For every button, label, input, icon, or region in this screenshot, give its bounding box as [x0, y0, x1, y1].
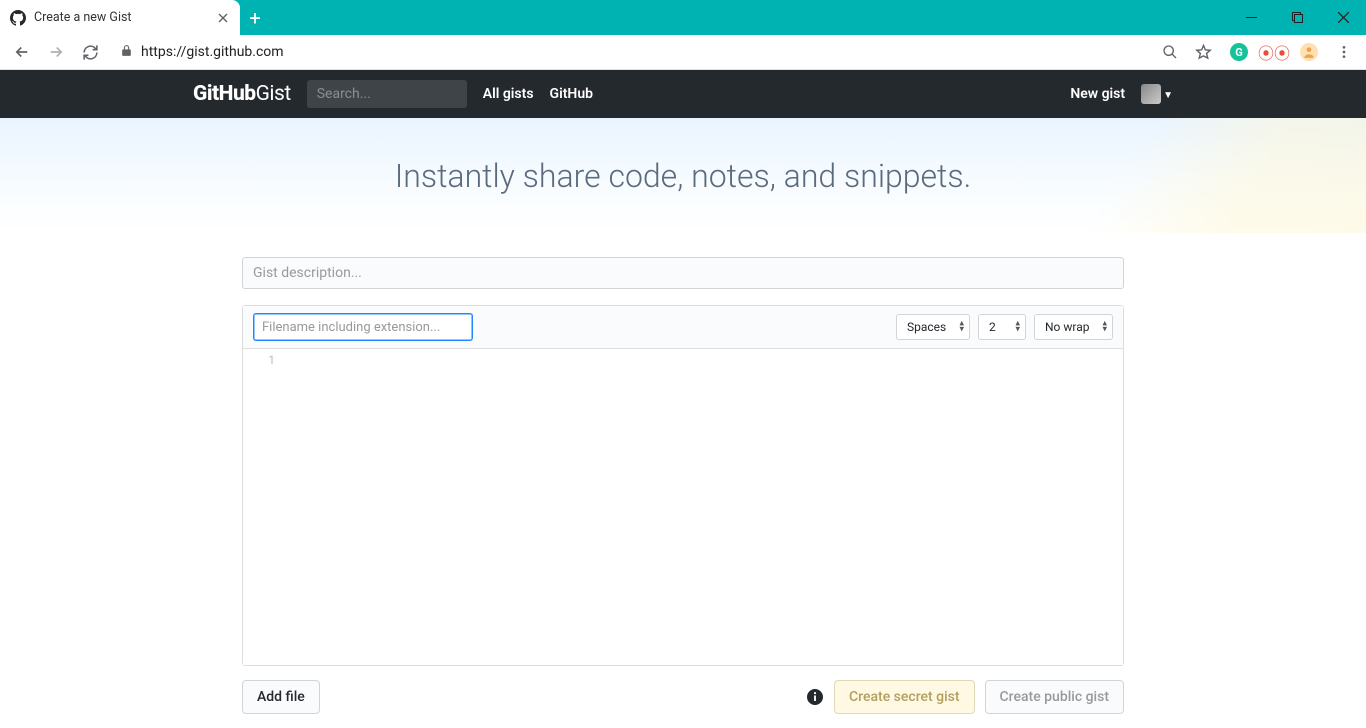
search-input[interactable]	[307, 80, 467, 108]
zoom-icon[interactable]	[1156, 38, 1184, 66]
gist-description-input[interactable]	[242, 257, 1124, 289]
profile-avatar-icon[interactable]	[1300, 43, 1318, 61]
bookmark-icon[interactable]	[1190, 38, 1218, 66]
browser-tab[interactable]: Create a new Gist	[0, 0, 240, 35]
url-text: https://gist.github.com	[141, 44, 284, 60]
nav-github[interactable]: GitHub	[550, 86, 593, 102]
github-gist-logo[interactable]: GitHubGist	[193, 82, 291, 106]
wrap-mode-select[interactable]: No wrap	[1034, 314, 1113, 340]
close-window-icon[interactable]	[1320, 0, 1366, 35]
gist-form: Spaces ▴▾ 2 ▴▾ No wrap ▴▾ 1 Add file	[242, 257, 1124, 728]
info-icon[interactable]	[806, 688, 824, 706]
close-tab-icon[interactable]	[216, 11, 230, 25]
tab-title: Create a new Gist	[34, 10, 208, 25]
filename-input[interactable]	[253, 313, 473, 341]
user-menu[interactable]: ▼	[1141, 84, 1173, 104]
maximize-window-icon[interactable]	[1274, 0, 1320, 35]
nav-all-gists[interactable]: All gists	[483, 86, 534, 102]
grammarly-ext-icon[interactable]: G	[1230, 43, 1248, 61]
video-ext-icon[interactable]: ⦿⦿	[1258, 40, 1290, 64]
indent-size-select[interactable]: 2	[978, 314, 1026, 340]
line-gutter: 1	[243, 349, 283, 665]
file-header: Spaces ▴▾ 2 ▴▾ No wrap ▴▾	[243, 306, 1123, 349]
caret-down-icon: ▼	[1163, 90, 1173, 101]
add-file-button[interactable]: Add file	[242, 680, 320, 714]
forward-button[interactable]	[42, 38, 70, 66]
indent-mode-select[interactable]: Spaces	[896, 314, 970, 340]
header-nav: All gists GitHub	[483, 86, 593, 102]
address-bar[interactable]: https://gist.github.com	[110, 38, 1150, 66]
reload-button[interactable]	[76, 38, 104, 66]
create-secret-gist-button[interactable]: Create secret gist	[834, 680, 975, 714]
back-button[interactable]	[8, 38, 36, 66]
hero-section: Instantly share code, notes, and snippet…	[0, 118, 1366, 233]
new-gist-link[interactable]: New gist	[1070, 86, 1125, 102]
extension-icons: G ⦿⦿	[1224, 40, 1324, 64]
github-favicon-icon	[10, 10, 26, 26]
code-editor[interactable]: 1	[243, 349, 1123, 665]
github-header: GitHubGist All gists GitHub New gist ▼	[0, 70, 1366, 118]
avatar-icon	[1141, 84, 1161, 104]
menu-icon[interactable]	[1330, 38, 1358, 66]
browser-toolbar: https://gist.github.com G ⦿⦿	[0, 35, 1366, 70]
lock-icon	[120, 44, 133, 61]
form-actions: Add file Create secret gist Create publi…	[242, 680, 1124, 728]
browser-titlebar: Create a new Gist +	[0, 0, 1366, 35]
new-tab-button[interactable]: +	[240, 0, 270, 35]
create-public-gist-button[interactable]: Create public gist	[985, 680, 1124, 714]
page-content: GitHubGist All gists GitHub New gist ▼ I…	[0, 70, 1366, 728]
hero-headline: Instantly share code, notes, and snippet…	[395, 157, 971, 195]
minimize-window-icon[interactable]	[1228, 0, 1274, 35]
file-box: Spaces ▴▾ 2 ▴▾ No wrap ▴▾ 1	[242, 305, 1124, 666]
